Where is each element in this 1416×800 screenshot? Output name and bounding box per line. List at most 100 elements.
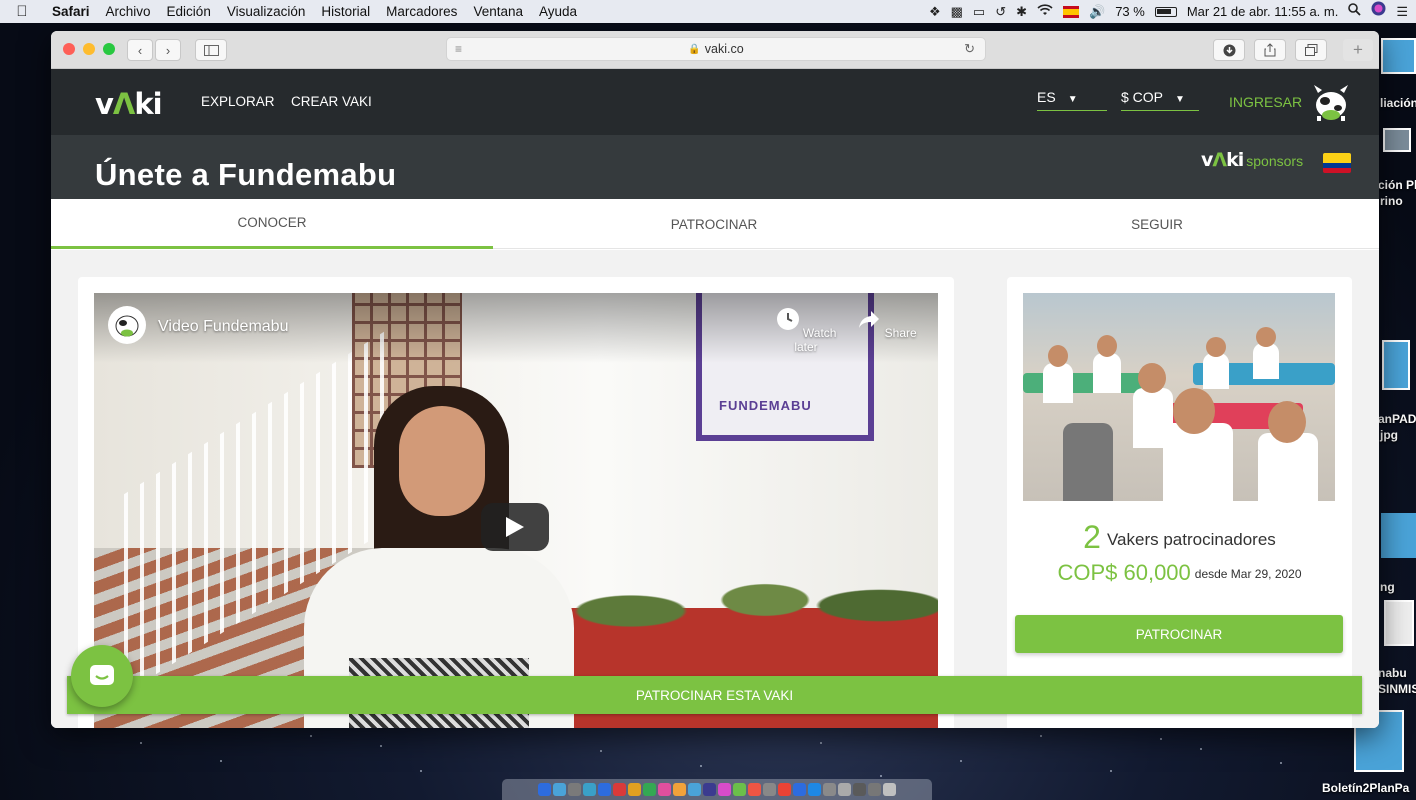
zoom-window-button[interactable]	[103, 43, 115, 55]
desktop-file-label[interactable]: jpg	[1380, 428, 1398, 442]
bluetooth-icon[interactable]: ✱	[1016, 0, 1027, 23]
desktop-file-label[interactable]: liación	[1380, 96, 1416, 110]
nav-crear-vaki[interactable]: CREAR VAKI	[291, 94, 372, 109]
volume-icon[interactable]: 🔊	[1089, 0, 1105, 23]
video-title[interactable]: Video Fundemabu	[158, 318, 288, 336]
dock-app-icon[interactable]	[673, 783, 686, 796]
dock-app-icon[interactable]	[763, 783, 776, 796]
tabs-icon	[1304, 44, 1317, 56]
dock-app-icon[interactable]	[778, 783, 791, 796]
reload-icon[interactable]: ↻	[964, 41, 975, 57]
watch-later-button[interactable]: Watch later	[771, 307, 841, 354]
close-window-button[interactable]	[63, 43, 75, 55]
dock-app-icon[interactable]	[658, 783, 671, 796]
camera-icon[interactable]: ▩	[951, 0, 963, 23]
dock-app-icon[interactable]	[883, 783, 896, 796]
nav-explorar[interactable]: EXPLORAR	[201, 94, 275, 109]
desktop-file-label[interactable]: nabu	[1378, 666, 1407, 680]
dock-app-icon[interactable]	[853, 783, 866, 796]
battery-icon[interactable]	[1154, 6, 1177, 17]
dock-app-icon[interactable]	[553, 783, 566, 796]
battery-percent[interactable]: 73 %	[1115, 4, 1145, 19]
language-select[interactable]: ES ▼	[1037, 89, 1107, 111]
desktop-file-label[interactable]: ción Pl	[1378, 178, 1416, 192]
desktop-file-label[interactable]: rino	[1380, 194, 1403, 208]
share-button[interactable]	[1254, 39, 1286, 61]
patrocinar-button[interactable]: PATROCINAR	[1015, 615, 1343, 653]
dock-app-icon[interactable]	[868, 783, 881, 796]
menu-ventana[interactable]: Ventana	[465, 4, 531, 19]
desktop-file-label[interactable]: SINMIS	[1378, 682, 1416, 696]
menu-marcadores[interactable]: Marcadores	[378, 4, 465, 19]
dock-app-icon[interactable]	[793, 783, 806, 796]
back-button[interactable]: ‹	[127, 39, 153, 61]
dock-app-icon[interactable]	[583, 783, 596, 796]
dock-app-icon[interactable]	[598, 783, 611, 796]
siri-icon[interactable]	[1371, 0, 1386, 23]
vaki-logo[interactable]: vΛki	[95, 87, 163, 121]
channel-avatar-icon[interactable]	[108, 306, 146, 344]
apple-menu-icon[interactable]: 	[0, 3, 44, 20]
sidebar-toggle-button[interactable]	[195, 39, 227, 61]
dock-app-icon[interactable]	[628, 783, 641, 796]
airplay-icon[interactable]: ▭	[973, 0, 985, 23]
address-bar[interactable]: ≡ 🔒 vaki.co ↻	[446, 37, 986, 61]
minimize-window-button[interactable]	[83, 43, 95, 55]
desktop-file-thumbnail[interactable]	[1382, 340, 1410, 390]
downloads-button[interactable]	[1213, 39, 1245, 61]
dock-app-icon[interactable]	[808, 783, 821, 796]
dock-app-icon[interactable]	[568, 783, 581, 796]
new-tab-button[interactable]: +	[1343, 39, 1373, 61]
chat-button[interactable]	[71, 645, 133, 707]
desktop-file-label[interactable]: anPAD	[1378, 412, 1416, 426]
desktop-file-label[interactable]: Boletín2PlanPa	[1322, 781, 1409, 795]
play-button[interactable]	[481, 503, 549, 551]
clock[interactable]: Mar 21 de abr. 11:55 a. m.	[1187, 4, 1339, 19]
menu-ayuda[interactable]: Ayuda	[531, 4, 585, 19]
wifi-icon[interactable]	[1037, 0, 1053, 23]
desktop-file-thumbnail[interactable]	[1384, 600, 1414, 646]
safari-toolbar: ‹ › ≡ 🔒 vaki.co ↻ +	[51, 31, 1379, 69]
campaign-tabs: CONOCER PATROCINAR SEGUIR	[51, 199, 1379, 249]
desktop-file-thumbnail[interactable]	[1381, 38, 1416, 74]
patrocinar-esta-vaki-bar[interactable]: PATROCINAR ESTA VAKI	[67, 676, 1362, 714]
video-mural-text: FUNDEMABU	[719, 398, 812, 413]
login-link[interactable]: INGRESAR	[1229, 94, 1302, 110]
currency-select[interactable]: $ COP ▼	[1121, 89, 1199, 111]
dropbox-icon[interactable]: ❖	[929, 0, 941, 23]
dock-app-icon[interactable]	[688, 783, 701, 796]
menu-historial[interactable]: Historial	[313, 4, 378, 19]
notification-center-icon[interactable]: ☰	[1396, 0, 1408, 23]
time-machine-icon[interactable]: ↺	[995, 0, 1006, 23]
desktop-file-thumbnail[interactable]	[1383, 128, 1411, 152]
desktop-file-thumbnail[interactable]	[1381, 513, 1416, 558]
watch-later-label: Watch later	[794, 326, 837, 354]
video-player[interactable]: FUNDEMABU Video Fundemabu Watch later Sh…	[94, 293, 938, 728]
dock-app-icon[interactable]	[748, 783, 761, 796]
forward-button[interactable]: ›	[155, 39, 181, 61]
spotlight-search-icon[interactable]	[1348, 0, 1361, 23]
dock-app-icon[interactable]	[823, 783, 836, 796]
reader-view-icon[interactable]: ≡	[455, 42, 462, 56]
desktop-file-label[interactable]: ng	[1380, 580, 1395, 594]
desktop-star	[1040, 735, 1042, 737]
menu-app-name[interactable]: Safari	[44, 4, 98, 19]
dock-app-icon[interactable]	[838, 783, 851, 796]
flag-icon[interactable]	[1063, 5, 1079, 18]
menu-edicion[interactable]: Edición	[159, 4, 219, 19]
cow-mascot-icon[interactable]	[1309, 79, 1353, 123]
tab-patrocinar[interactable]: PATROCINAR	[493, 199, 935, 249]
menu-archivo[interactable]: Archivo	[98, 4, 159, 19]
menu-visualizacion[interactable]: Visualización	[219, 4, 314, 19]
dock-app-icon[interactable]	[733, 783, 746, 796]
dock-app-icon[interactable]	[538, 783, 551, 796]
tab-conocer[interactable]: CONOCER	[51, 199, 493, 249]
dock-app-icon[interactable]	[718, 783, 731, 796]
dock-app-icon[interactable]	[643, 783, 656, 796]
desktop-star	[960, 760, 962, 762]
share-video-button[interactable]: Share	[852, 307, 922, 340]
tab-seguir[interactable]: SEGUIR	[935, 199, 1379, 249]
dock-app-icon[interactable]	[613, 783, 626, 796]
tab-overview-button[interactable]	[1295, 39, 1327, 61]
dock-app-icon[interactable]	[703, 783, 716, 796]
